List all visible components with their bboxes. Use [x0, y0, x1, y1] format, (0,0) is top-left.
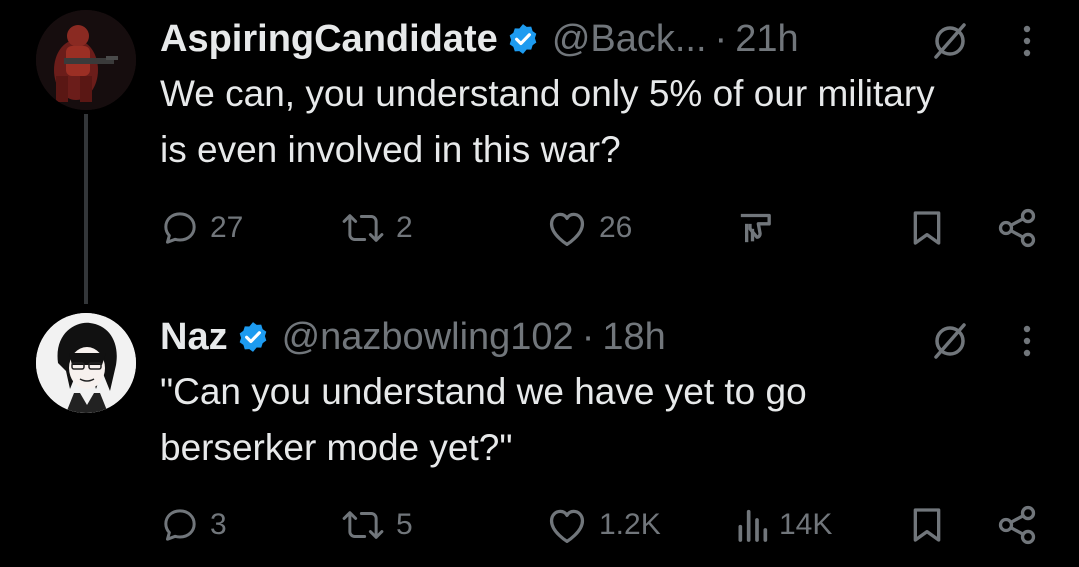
timestamp[interactable]: 21h — [735, 18, 798, 61]
display-name[interactable]: AspiringCandidate — [160, 18, 498, 61]
tweet[interactable]: Naz @nazbowling102 · 18h "Can you unders… — [0, 290, 1079, 567]
dislike-button[interactable] — [735, 198, 785, 258]
reply-count: 27 — [210, 211, 244, 244]
reply-count: 3 — [210, 508, 227, 541]
display-name[interactable]: Naz — [160, 316, 228, 359]
thumbs-down-icon — [740, 213, 771, 243]
share-button[interactable] — [995, 495, 1039, 555]
views-count: 14K — [779, 508, 833, 541]
reply-button[interactable]: 27 — [160, 198, 243, 258]
like-button[interactable]: 26 — [545, 198, 632, 258]
retweet-count: 5 — [396, 508, 413, 541]
verified-badge-icon — [506, 22, 540, 56]
avatar-image — [36, 313, 136, 413]
bookmark-button[interactable] — [910, 495, 944, 555]
like-count: 26 — [599, 211, 633, 244]
share-button[interactable] — [995, 198, 1039, 258]
like-button[interactable]: 1.2K — [545, 495, 661, 555]
tweet-text: "Can you understand we have yet to go be… — [160, 371, 807, 468]
bookmark-icon — [913, 211, 941, 245]
tweet[interactable]: AspiringCandidate @Back... · 21h We can,… — [0, 0, 1079, 290]
separator: · — [581, 315, 595, 358]
views-icon — [738, 509, 768, 542]
bookmark-icon — [913, 508, 941, 542]
retweet-count: 2 — [396, 211, 413, 244]
grok-icon[interactable] — [925, 316, 975, 366]
avatar[interactable] — [36, 10, 136, 110]
handle[interactable]: @nazbowling102 — [282, 316, 574, 359]
reply-button[interactable]: 3 — [160, 495, 227, 555]
timestamp[interactable]: 18h — [602, 316, 665, 359]
tweet-text: We can, you understand only 5% of our mi… — [160, 73, 935, 170]
like-icon — [549, 509, 585, 543]
like-count: 1.2K — [599, 508, 661, 541]
like-icon — [549, 212, 585, 246]
reply-icon — [164, 212, 196, 244]
action-bar: 27 2 26 — [0, 198, 1079, 258]
views-button[interactable]: 14K — [735, 495, 832, 555]
retweet-button[interactable]: 2 — [340, 198, 413, 258]
more-icon[interactable] — [1002, 16, 1052, 66]
action-bar: 3 5 1.2K 14K — [0, 495, 1079, 555]
retweet-icon — [342, 511, 384, 539]
tweet-header: Naz @nazbowling102 · 18h — [160, 313, 666, 361]
retweet-icon — [342, 214, 384, 242]
avatar[interactable] — [36, 313, 136, 413]
reply-icon — [164, 509, 196, 541]
retweet-button[interactable]: 5 — [340, 495, 413, 555]
verified-badge-icon — [236, 320, 270, 354]
share-icon — [998, 208, 1036, 248]
share-icon — [998, 505, 1036, 545]
separator: · — [714, 17, 728, 60]
tweet-header: AspiringCandidate @Back... · 21h — [160, 15, 799, 63]
bookmark-button[interactable] — [910, 198, 944, 258]
avatar-image — [36, 10, 136, 110]
grok-icon[interactable] — [925, 16, 975, 66]
handle[interactable]: @Back... — [552, 18, 707, 61]
more-icon[interactable] — [1002, 316, 1052, 366]
